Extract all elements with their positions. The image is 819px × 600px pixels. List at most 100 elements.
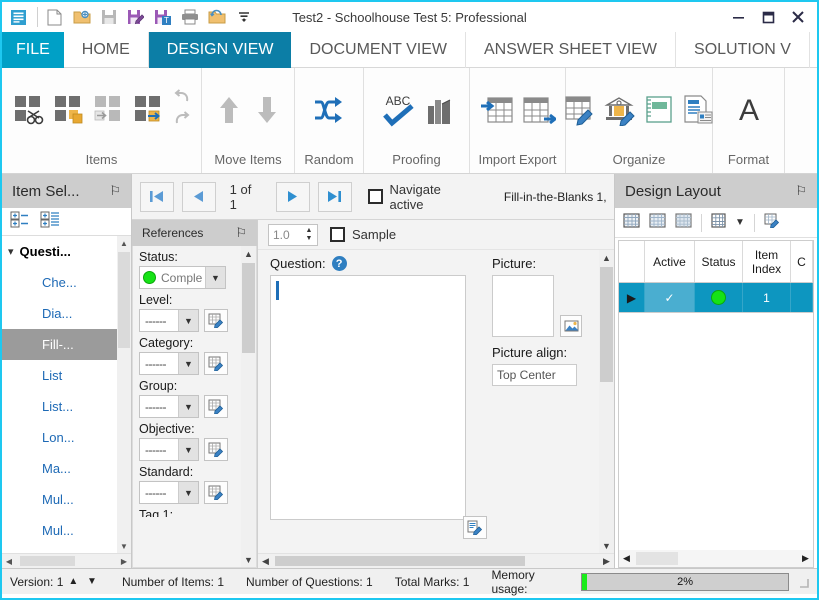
spinner-arrows[interactable]: ▲▼ — [301, 227, 317, 243]
scroll-down-icon[interactable]: ▼ — [117, 539, 131, 553]
chevron-down-icon[interactable]: ▾ — [8, 245, 14, 258]
row-status-cell[interactable] — [695, 283, 743, 312]
resize-grip-icon[interactable] — [799, 577, 809, 587]
row-active-cell[interactable]: ✓ — [645, 283, 695, 312]
chevron-down-icon[interactable]: ▼ — [178, 439, 198, 460]
cut-items-icon[interactable] — [13, 94, 47, 126]
spinner-up-icon[interactable]: ▲ — [306, 227, 313, 235]
tab-solution-view[interactable]: SOLUTION V — [676, 32, 810, 68]
grid-horizontal-scrollbar[interactable]: ◀ ▶ — [619, 550, 813, 567]
new-icon[interactable] — [41, 4, 68, 30]
edit-table-icon[interactable] — [564, 94, 596, 126]
group-combo[interactable]: ------ ▼ — [139, 395, 199, 418]
level-edit-button[interactable] — [204, 309, 228, 332]
table-row[interactable]: ▶ ✓ 1 — [619, 283, 813, 313]
undo-icon[interactable] — [173, 89, 191, 109]
save-as-icon[interactable] — [122, 4, 149, 30]
references-vertical-scrollbar[interactable]: ▲ ▼ — [241, 246, 256, 567]
tree-node-list[interactable]: List — [2, 360, 131, 391]
save-icon[interactable] — [95, 4, 122, 30]
chevron-down-icon[interactable]: ▼ — [178, 482, 198, 503]
pin-icon[interactable]: ⚐ — [795, 183, 807, 199]
tree-node-diagram[interactable]: Dia... — [2, 298, 131, 329]
customize-qat-icon[interactable] — [230, 4, 257, 30]
question-vertical-scrollbar[interactable]: ▲ ▼ — [599, 250, 614, 553]
tab-design-view[interactable]: DESIGN VIEW — [149, 32, 292, 68]
sample-checkbox-row[interactable]: Sample — [330, 227, 396, 242]
category-combo[interactable]: ------ ▼ — [139, 352, 199, 375]
picture-align-value[interactable]: Top Center — [492, 364, 577, 386]
scroll-thumb[interactable] — [600, 267, 613, 382]
tree-node-multiple-response[interactable]: Mul... — [2, 515, 131, 546]
scroll-right-icon[interactable]: ▶ — [599, 556, 614, 567]
tab-home[interactable]: HOME — [64, 32, 149, 68]
grid-edit-icon[interactable] — [764, 213, 781, 233]
objective-edit-button[interactable] — [204, 438, 228, 461]
navigate-active-checkbox[interactable] — [368, 189, 383, 204]
design-layout-grid[interactable]: Active Status Item Index C ▶ ✓ 1 ◀ — [618, 240, 814, 568]
thesaurus-icon[interactable] — [425, 94, 453, 126]
insert-picture-button[interactable] — [560, 315, 582, 337]
scroll-thumb[interactable] — [20, 556, 75, 566]
grid-select-icon[interactable] — [711, 213, 726, 233]
first-item-button[interactable] — [140, 182, 174, 212]
open-icon[interactable] — [68, 4, 95, 30]
scroll-thumb[interactable] — [636, 552, 678, 565]
last-item-button[interactable] — [318, 182, 352, 212]
tree-node-fill-in-the-blanks[interactable]: Fill-... — [2, 329, 131, 360]
grid-view-3-icon[interactable] — [675, 213, 692, 233]
tab-answer-sheet-view[interactable]: ANSWER SHEET VIEW — [466, 32, 676, 68]
scroll-left-icon[interactable]: ◀ — [258, 556, 273, 567]
tab-document-view[interactable]: DOCUMENT VIEW — [291, 32, 465, 68]
scroll-thumb[interactable] — [242, 263, 255, 353]
open-recent-icon[interactable] — [203, 4, 230, 30]
level-combo[interactable]: ------ ▼ — [139, 309, 199, 332]
version-arrows-icon[interactable]: ▲ ▼ — [68, 576, 100, 587]
close-button[interactable] — [783, 3, 813, 31]
scroll-up-icon[interactable]: ▲ — [117, 236, 131, 250]
bank-icon[interactable] — [604, 94, 636, 126]
objective-combo[interactable]: ------ ▼ — [139, 438, 199, 461]
previous-item-button[interactable] — [182, 182, 216, 212]
marks-spinner[interactable]: 1.0 ▲▼ — [268, 224, 318, 246]
standard-edit-button[interactable] — [204, 481, 228, 504]
scroll-thumb[interactable] — [275, 556, 525, 566]
category-edit-button[interactable] — [204, 352, 228, 375]
spellcheck-icon[interactable]: ABC — [381, 92, 415, 128]
chevron-down-icon[interactable]: ▼ — [178, 310, 198, 331]
row-c-cell[interactable] — [791, 283, 813, 312]
chevron-down-icon[interactable]: ▼ — [735, 217, 745, 228]
grid-view-1-icon[interactable] — [623, 213, 640, 233]
spinner-down-icon[interactable]: ▼ — [306, 235, 313, 243]
pin-icon[interactable]: ⚐ — [235, 225, 247, 241]
minimize-button[interactable] — [723, 3, 753, 31]
scroll-down-icon[interactable]: ▼ — [599, 538, 614, 553]
randomize-icon[interactable] — [313, 95, 345, 125]
help-icon[interactable]: ? — [332, 256, 347, 271]
item-tree[interactable]: ▾ Questi... Che... Dia... Fill-... List … — [2, 236, 131, 553]
print-icon[interactable] — [176, 4, 203, 30]
move-down-icon[interactable] — [254, 94, 280, 126]
grid-header-c[interactable]: C — [791, 241, 813, 282]
notebook-icon[interactable] — [644, 95, 674, 125]
question-rich-edit-button[interactable] — [463, 516, 487, 539]
item-tree-horizontal-scrollbar[interactable]: ◀ ▶ — [2, 553, 131, 568]
question-text-input[interactable] — [270, 275, 466, 520]
maximize-button[interactable] — [753, 3, 783, 31]
row-item-index-cell[interactable]: 1 — [743, 283, 791, 312]
status-combo[interactable]: Comple ▼ — [139, 266, 226, 289]
chevron-down-icon[interactable]: ▼ — [178, 396, 198, 417]
font-icon[interactable]: A — [732, 93, 766, 127]
save-template-icon[interactable]: T — [149, 4, 176, 30]
scroll-left-icon[interactable]: ◀ — [2, 557, 16, 566]
group-edit-button[interactable] — [204, 395, 228, 418]
pin-icon[interactable]: ⚐ — [109, 183, 121, 199]
sample-checkbox[interactable] — [330, 227, 345, 242]
tree-node-ordering[interactable]: Ord... — [2, 546, 131, 553]
question-horizontal-scrollbar[interactable]: ◀ ▶ — [258, 553, 614, 568]
move-up-icon[interactable] — [216, 94, 242, 126]
grid-view-2-icon[interactable] — [649, 213, 666, 233]
navigate-active-checkbox-row[interactable]: Navigate active — [368, 182, 478, 212]
scroll-right-icon[interactable]: ▶ — [798, 553, 813, 564]
scroll-up-icon[interactable]: ▲ — [241, 246, 256, 261]
